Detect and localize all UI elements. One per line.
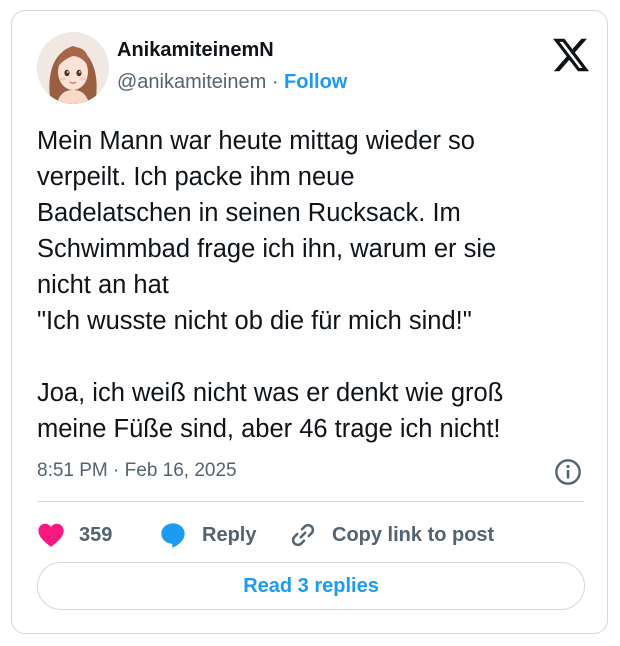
avatar-image	[37, 32, 109, 104]
follow-button[interactable]: Follow	[284, 71, 347, 93]
like-button[interactable]: 359	[37, 518, 112, 552]
read-replies-label: Read 3 replies	[243, 574, 379, 597]
tweet-card: AnikamiteinemN @anikamiteinem · Follow M…	[11, 10, 608, 634]
tweet-text: Mein Mann war heute mittag wieder so ver…	[37, 127, 504, 443]
tweet-timestamp[interactable]: 8:51 PM · Feb 16, 2025	[37, 460, 237, 482]
copy-link-button[interactable]: Copy link to post	[288, 518, 494, 552]
author-display-name[interactable]: AnikamiteinemN	[117, 39, 274, 62]
link-icon	[291, 523, 315, 547]
like-count: 359	[79, 523, 113, 546]
divider	[37, 501, 584, 502]
author-handle-row: @anikamiteinem · Follow	[117, 71, 347, 94]
reply-label: Reply	[202, 523, 257, 546]
read-replies-button[interactable]: Read 3 replies	[37, 562, 585, 610]
handle-separator: ·	[271, 71, 279, 93]
reply-button[interactable]: Reply	[158, 518, 256, 552]
copy-link-label: Copy link to post	[332, 523, 495, 546]
heart-icon	[38, 523, 64, 547]
author-handle[interactable]: @anikamiteinem	[117, 71, 266, 93]
x-logo-icon[interactable]	[551, 35, 591, 75]
avatar[interactable]	[37, 32, 109, 104]
info-icon[interactable]	[554, 458, 582, 486]
reply-bubble-icon	[161, 523, 185, 548]
